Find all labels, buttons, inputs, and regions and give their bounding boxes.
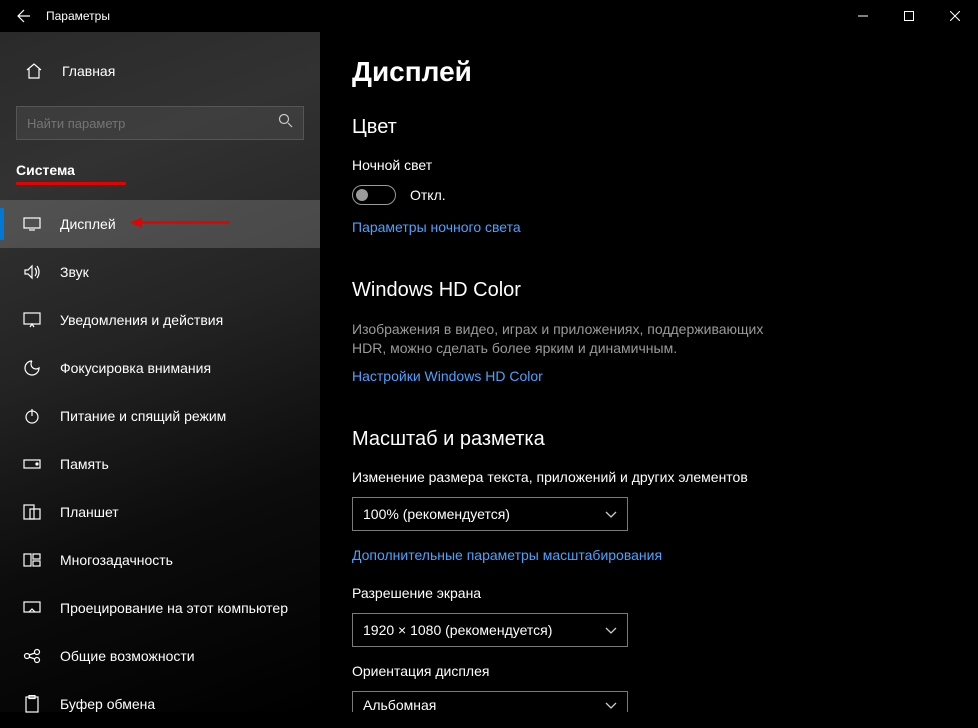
- multitask-icon: [22, 550, 42, 570]
- minimize-button[interactable]: [840, 0, 886, 32]
- nightlight-label: Ночной свет: [352, 157, 978, 173]
- window-controls: [840, 0, 978, 32]
- orientation-select[interactable]: Альбомная: [352, 691, 628, 712]
- focus-icon: [22, 358, 42, 378]
- sidebar-item-label: Питание и спящий режим: [60, 408, 226, 424]
- search-icon: [278, 113, 293, 133]
- section-color: Цвет: [352, 116, 978, 139]
- sidebar-item-multitask[interactable]: Многозадачность: [0, 536, 320, 584]
- sidebar-item-label: Многозадачность: [60, 552, 173, 568]
- sidebar-item-label: Уведомления и действия: [60, 312, 223, 328]
- sidebar-item-projecting[interactable]: Проецирование на этот компьютер: [0, 584, 320, 632]
- sidebar-home-label: Главная: [62, 63, 115, 79]
- shared-icon: [22, 646, 42, 666]
- resolution-select-value: 1920 × 1080 (рекомендуется): [363, 622, 552, 638]
- sidebar-item-label: Звук: [60, 264, 89, 280]
- main-panel: Дисплей Цвет Ночной свет Откл. Параметры…: [320, 32, 978, 712]
- power-icon: [22, 406, 42, 426]
- resolution-select[interactable]: 1920 × 1080 (рекомендуется): [352, 613, 628, 647]
- notifications-icon: [22, 310, 42, 330]
- section-scale: Масштаб и разметка: [352, 428, 978, 451]
- sidebar-item-display[interactable]: Дисплей: [0, 200, 320, 248]
- sidebar-item-clipboard[interactable]: Буфер обмена: [0, 680, 320, 728]
- sidebar-item-power[interactable]: Питание и спящий режим: [0, 392, 320, 440]
- scale-select[interactable]: 100% (рекомендуется): [352, 497, 628, 531]
- sidebar-item-notifications[interactable]: Уведомления и действия: [0, 296, 320, 344]
- sidebar-home[interactable]: Главная: [0, 50, 320, 92]
- sidebar-item-shared[interactable]: Общие возможности: [0, 632, 320, 680]
- sidebar-item-sound[interactable]: Звук: [0, 248, 320, 296]
- nightlight-settings-link[interactable]: Параметры ночного света: [352, 219, 521, 235]
- close-button[interactable]: [932, 0, 978, 32]
- hdcolor-description: Изображения в видео, играх и приложениях…: [352, 320, 782, 358]
- sidebar-item-storage[interactable]: Память: [0, 440, 320, 488]
- sidebar-item-label: Фокусировка внимания: [60, 360, 211, 376]
- active-indicator: [0, 208, 4, 240]
- sidebar: Главная Система Дисплей Звук: [0, 32, 320, 712]
- projecting-icon: [22, 598, 42, 618]
- sidebar-item-label: Общие возможности: [60, 648, 195, 664]
- search-input[interactable]: [27, 116, 278, 131]
- clipboard-icon: [22, 694, 42, 714]
- titlebar: Параметры: [0, 0, 978, 32]
- toggle-knob: [356, 189, 368, 201]
- back-button[interactable]: [8, 0, 40, 32]
- sidebar-nav: Дисплей Звук Уведомления и действия Фоку…: [0, 200, 320, 728]
- annotation-underline: [16, 182, 126, 185]
- tablet-icon: [22, 502, 42, 522]
- page-title: Дисплей: [352, 56, 978, 88]
- scale-select-value: 100% (рекомендуется): [363, 506, 510, 522]
- sidebar-item-label: Проецирование на этот компьютер: [60, 600, 288, 616]
- maximize-button[interactable]: [886, 0, 932, 32]
- sidebar-item-focus[interactable]: Фокусировка внимания: [0, 344, 320, 392]
- storage-icon: [22, 454, 42, 474]
- chevron-down-icon: [605, 622, 617, 638]
- advanced-scale-link[interactable]: Дополнительные параметры масштабирования: [352, 547, 662, 563]
- sidebar-item-tablet[interactable]: Планшет: [0, 488, 320, 536]
- search-box[interactable]: [16, 106, 304, 140]
- annotation-arrow: [130, 216, 230, 233]
- sound-icon: [22, 262, 42, 282]
- sidebar-item-label: Буфер обмена: [60, 696, 155, 712]
- sidebar-item-label: Дисплей: [60, 216, 116, 232]
- toggle-state-label: Откл.: [410, 187, 446, 203]
- section-hdcolor: Windows HD Color: [352, 279, 978, 302]
- window-title: Параметры: [46, 9, 110, 23]
- chevron-down-icon: [605, 697, 617, 712]
- orientation-label: Ориентация дисплея: [352, 663, 978, 679]
- sidebar-item-label: Планшет: [60, 504, 119, 520]
- orientation-select-value: Альбомная: [363, 697, 436, 712]
- chevron-down-icon: [605, 506, 617, 522]
- scale-label: Изменение размера текста, приложений и д…: [352, 469, 978, 485]
- display-icon: [22, 214, 42, 234]
- home-icon: [24, 61, 44, 81]
- sidebar-item-label: Память: [60, 456, 109, 472]
- sidebar-group-header: Система: [0, 152, 320, 182]
- nightlight-toggle[interactable]: [352, 185, 396, 205]
- hdcolor-settings-link[interactable]: Настройки Windows HD Color: [352, 368, 543, 384]
- resolution-label: Разрешение экрана: [352, 585, 978, 601]
